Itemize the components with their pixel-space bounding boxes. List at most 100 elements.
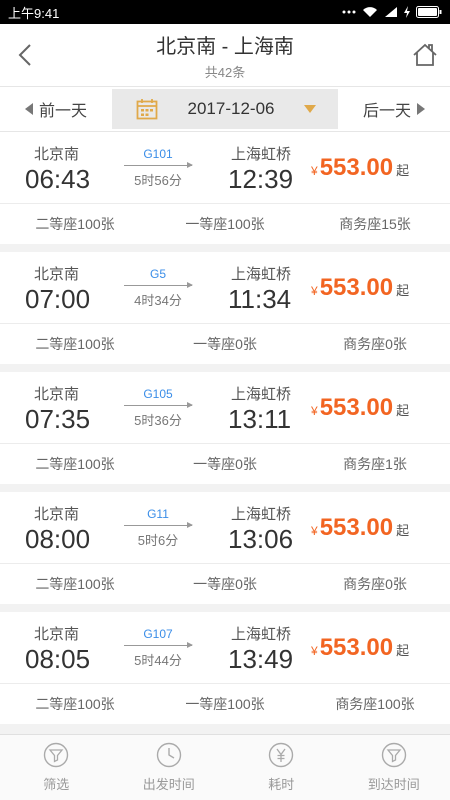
price-amount: 553.00 <box>319 154 394 181</box>
price-amount: 553.00 <box>319 634 394 661</box>
seat-business-class: 商务座100张 <box>335 696 415 712</box>
train-card[interactable]: 北京南 07:00 G5 4时34分 上海虹桥 11:34 ¥ 553.00 起… <box>0 252 450 364</box>
arrival-station: 上海虹桥 <box>231 146 292 163</box>
filter-icon <box>381 742 406 768</box>
next-day-button[interactable]: 后一天 <box>338 87 450 131</box>
price-suffix: 起 <box>396 163 410 178</box>
price-amount: 553.00 <box>319 274 394 301</box>
seat-second-class: 二等座100张 <box>35 456 115 472</box>
price-suffix: 起 <box>396 523 410 538</box>
train-number: G11 <box>147 507 169 521</box>
header: 北京南 - 上海南 共42条 <box>0 24 450 86</box>
price-amount: 553.00 <box>319 514 394 541</box>
filter-icon <box>44 742 69 768</box>
train-summary: 北京南 07:00 G5 4时34分 上海虹桥 11:34 ¥ 553.00 起 <box>0 252 450 324</box>
route-arrow-icon <box>124 162 193 168</box>
seat-first-class: 一等座0张 <box>193 336 257 352</box>
tab-filter-label: 筛选 <box>43 777 70 792</box>
departure-station: 北京南 <box>34 266 80 283</box>
train-card[interactable]: 北京南 08:05 G107 5时44分 上海虹桥 13:49 ¥ 553.00… <box>0 612 450 724</box>
tab-departure-time-label: 出发时间 <box>142 777 195 792</box>
seat-second-class: 二等座100张 <box>35 576 115 592</box>
more-dots-icon <box>342 10 356 14</box>
battery-icon <box>416 6 442 18</box>
date-picker[interactable]: 2017-12-06 <box>112 89 338 129</box>
train-number: G105 <box>143 387 173 401</box>
route-arrow-icon <box>124 642 193 648</box>
date-selector: 前一天 2017-12-06 后一天 <box>0 86 450 132</box>
departure-time: 07:00 <box>25 284 91 314</box>
currency-symbol: ¥ <box>311 524 318 538</box>
clock-icon <box>156 742 181 768</box>
seat-availability: 二等座100张 一等座100张 商务座15张 <box>0 204 450 244</box>
signal-icon <box>384 6 398 18</box>
seat-business-class: 商务座0张 <box>343 336 407 352</box>
travel-duration: 4时34分 <box>134 293 182 308</box>
route-arrow-icon <box>124 282 193 288</box>
arrival-station: 上海虹桥 <box>231 266 292 283</box>
train-summary: 北京南 08:05 G107 5时44分 上海虹桥 13:49 ¥ 553.00… <box>0 612 450 684</box>
route-arrow-icon <box>124 522 193 528</box>
seat-availability: 二等座100张 一等座0张 商务座0张 <box>0 324 450 364</box>
arrival-time: 12:39 <box>228 164 294 194</box>
prev-day-button[interactable]: 前一天 <box>0 87 112 131</box>
page-title: 北京南 - 上海南 <box>156 35 294 58</box>
seat-second-class: 二等座100张 <box>35 696 115 712</box>
arrival-station: 上海虹桥 <box>231 386 292 403</box>
right-triangle-icon <box>417 103 425 115</box>
departure-station: 北京南 <box>34 506 80 523</box>
currency-symbol: ¥ <box>311 284 318 298</box>
train-card[interactable]: 北京南 07:35 G105 5时36分 上海虹桥 13:11 ¥ 553.00… <box>0 372 450 484</box>
tab-duration-label: 耗时 <box>268 777 295 792</box>
currency-symbol: ¥ <box>311 644 318 658</box>
departure-time: 08:00 <box>25 524 91 554</box>
back-arrow-icon <box>18 44 31 66</box>
charging-icon <box>404 6 410 18</box>
dropdown-triangle-icon <box>304 105 316 113</box>
train-number: G107 <box>143 627 173 641</box>
seat-availability: 二等座100张 一等座100张 商务座100张 <box>0 684 450 724</box>
train-summary: 北京南 08:00 G11 5时6分 上海虹桥 13:06 ¥ 553.00 起 <box>0 492 450 564</box>
departure-time: 07:35 <box>25 404 91 434</box>
departure-station: 北京南 <box>34 626 80 643</box>
tab-arrival-time[interactable]: 到达时间 <box>338 735 450 800</box>
currency-symbol: ¥ <box>311 164 318 178</box>
tab-departure-time[interactable]: 出发时间 <box>113 735 226 800</box>
seat-first-class: 一等座0张 <box>193 576 257 592</box>
home-button[interactable] <box>410 38 440 72</box>
seat-first-class: 一等座0张 <box>193 456 257 472</box>
wifi-icon <box>362 6 378 18</box>
price-suffix: 起 <box>396 643 410 658</box>
train-card[interactable]: 北京南 08:00 G11 5时6分 上海虹桥 13:06 ¥ 553.00 起… <box>0 492 450 604</box>
departure-time: 08:05 <box>25 644 91 674</box>
price-suffix: 起 <box>396 283 410 298</box>
arrival-time: 13:11 <box>228 404 292 434</box>
seat-second-class: 二等座100张 <box>35 216 115 232</box>
price-amount: 553.00 <box>319 394 394 421</box>
back-button[interactable] <box>10 38 40 72</box>
selected-date: 2017-12-06 <box>187 99 275 118</box>
departure-station: 北京南 <box>34 386 80 403</box>
price-suffix: 起 <box>396 403 410 418</box>
seat-second-class: 二等座100张 <box>35 336 115 352</box>
train-card[interactable]: 北京南 06:43 G101 5时56分 上海虹桥 12:39 ¥ 553.00… <box>0 132 450 244</box>
status-time: 上午9:41 <box>8 5 60 21</box>
seat-first-class: 一等座100张 <box>185 216 265 232</box>
arrival-station: 上海虹桥 <box>231 506 292 523</box>
next-day-label: 后一天 <box>362 103 411 120</box>
status-icons <box>342 6 442 18</box>
travel-duration: 5时6分 <box>137 533 179 548</box>
travel-duration: 5时36分 <box>134 413 182 428</box>
tab-filter[interactable]: 筛选 <box>0 735 113 800</box>
train-number: G5 <box>149 267 166 281</box>
result-count: 共42条 <box>204 64 246 80</box>
tab-duration[interactable]: 耗时 <box>225 735 338 800</box>
arrival-time: 13:06 <box>228 524 294 554</box>
train-summary: 北京南 07:35 G105 5时36分 上海虹桥 13:11 ¥ 553.00… <box>0 372 450 444</box>
prev-day-label: 前一天 <box>38 103 87 120</box>
route-arrow-icon <box>124 402 193 408</box>
seat-availability: 二等座100张 一等座0张 商务座0张 <box>0 564 450 604</box>
seat-business-class: 商务座1张 <box>343 456 407 472</box>
home-icon <box>413 43 437 66</box>
left-triangle-icon <box>24 103 33 115</box>
